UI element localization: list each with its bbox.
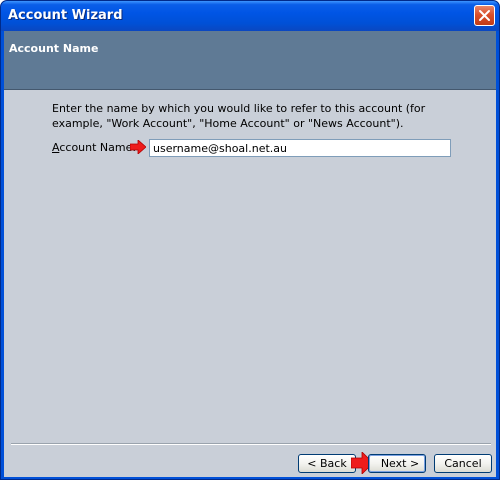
right-arrow-icon (130, 140, 146, 154)
window-title: Account Wizard (8, 8, 123, 23)
page-title: Account Name (9, 42, 99, 55)
instructions-text: Enter the name by which you would like t… (52, 102, 426, 130)
close-icon (479, 10, 490, 21)
wizard-client-area: Account Name Enter the name by which you… (4, 31, 496, 477)
account-name-input[interactable] (149, 139, 451, 157)
back-button[interactable]: < Back (298, 454, 356, 473)
cancel-button[interactable]: Cancel (434, 454, 492, 473)
account-name-row: Account Name: (52, 138, 452, 158)
next-button[interactable]: Next > (368, 454, 426, 473)
footer-separator (11, 443, 491, 445)
account-wizard-window: Account Wizard Account Name Enter the na… (0, 0, 500, 480)
title-bar[interactable]: Account Wizard (1, 1, 499, 31)
next-button-label: Next > (380, 457, 420, 470)
account-name-label: Account Name: (52, 141, 136, 154)
wizard-header-banner: Account Name (4, 31, 496, 90)
close-button[interactable] (474, 5, 495, 26)
label-text: ccount Name: (59, 141, 137, 154)
